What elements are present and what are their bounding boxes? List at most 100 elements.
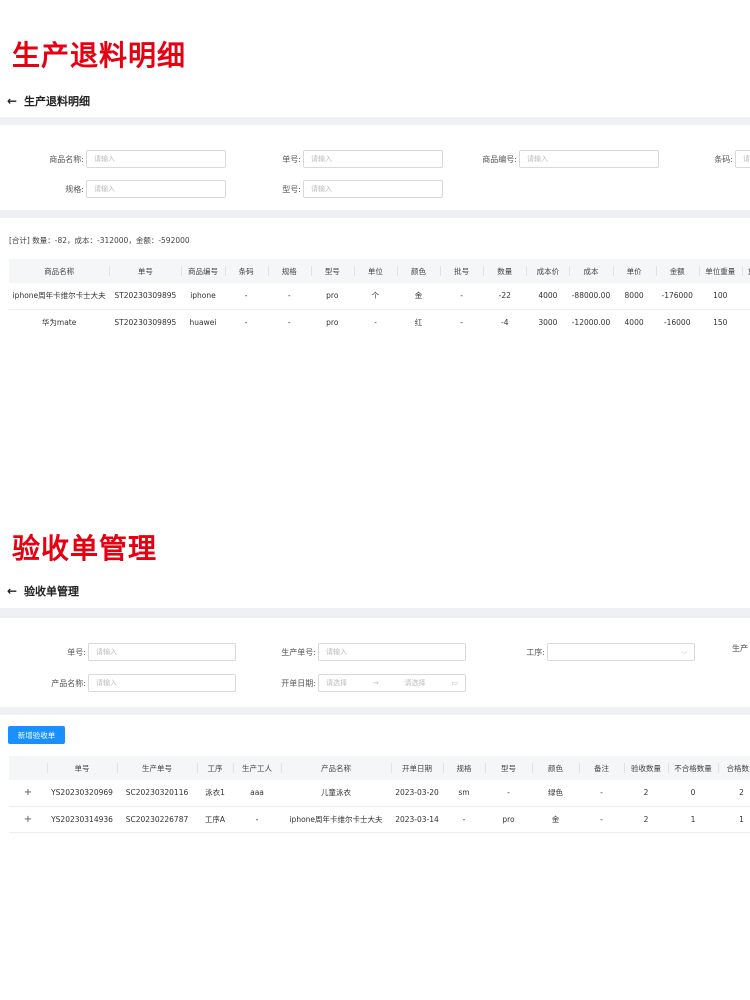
table-row[interactable]: 华为mate ST20230309895 huawei - - pro - 红 - -4 3000-… (9, 309, 750, 335)
end-date-input[interactable]: 请选择 (405, 678, 426, 688)
product-name-input[interactable]: 请输入 (88, 674, 236, 692)
divider-band (0, 707, 750, 715)
table-cell: -88000.00 (569, 283, 613, 310)
start-date-input[interactable]: 请选择 (326, 678, 347, 688)
back-arrow-icon[interactable]: ← (0, 584, 24, 598)
table-cell: 2023-03-14 (391, 806, 443, 833)
filter-label: 工序: (526, 647, 545, 657)
table-cell: - (233, 806, 281, 833)
product-code-input[interactable]: 请输入 (519, 150, 659, 168)
table-cell: ST20230309895 (109, 309, 182, 335)
table-cell: aaa (233, 780, 281, 807)
filter-order-no: 单号: 请输入 (0, 643, 236, 661)
filter-production-no: 生产单号: 请输入 (230, 643, 466, 661)
model-input[interactable]: 请输入 (303, 180, 443, 198)
process-select[interactable]: ⌵ (547, 643, 695, 661)
column-header: 备注 (579, 756, 624, 780)
table-cell: iphone周年卡维尔卡士大夫 (9, 283, 110, 310)
column-header: 开单日期 (391, 756, 443, 780)
chevron-down-icon: ⌵ (681, 647, 687, 656)
order-no-input[interactable]: 请输入 (88, 643, 236, 661)
add-acceptance-button[interactable]: 新增验收单 (8, 726, 65, 744)
column-header: 商品名称 (9, 259, 110, 283)
filter-label: 条码: (714, 154, 733, 164)
table-cell: -16000 (655, 309, 699, 335)
expand-plus-icon[interactable]: + (24, 787, 32, 798)
production-no-input[interactable]: 请输入 (318, 643, 466, 661)
table-cell: - (224, 283, 268, 310)
table-cell: - (353, 309, 397, 335)
date-range-picker[interactable]: 请选择 → 请选择 ▭ (318, 674, 466, 692)
column-header: 单位 (353, 259, 397, 283)
table-cell: SC20230320116 (117, 780, 197, 807)
table-cell: - (579, 806, 624, 833)
table-cell: - (440, 283, 484, 310)
table-cell: -176000 (655, 283, 699, 310)
spec-input[interactable]: 请输入 (86, 180, 226, 198)
table-cell: huawei (181, 309, 225, 335)
filter-open-date: 开单日期: 请选择 → 请选择 ▭ (230, 674, 466, 692)
divider-band (0, 210, 750, 218)
table-row[interactable]: + YS20230320969 SC20230320116 泳衣1 aaa 儿童泳衣 202… (9, 780, 750, 807)
table-cell: ST20230309895 (109, 283, 182, 310)
table-cell: - (579, 780, 624, 807)
filter-spec: 规格: 请输入 (0, 180, 226, 198)
table-cell: - (267, 309, 311, 335)
table-cell: 泳衣1 (197, 780, 233, 807)
table-cell (741, 283, 750, 310)
table-cell: - (485, 780, 532, 807)
filter-barcode: 条码: 请 (660, 150, 750, 168)
filter-label: 开单日期: (281, 678, 316, 688)
table-cell: 3000 (526, 309, 570, 335)
filter-label: 生产单号: (281, 647, 316, 657)
expand-plus-icon[interactable]: + (24, 814, 32, 825)
filter-label: 商品名称: (49, 154, 84, 164)
column-header: 单位重量 (698, 259, 742, 283)
column-header: 不合格数量 (668, 756, 718, 780)
table-cell: pro (310, 283, 354, 310)
column-header: 产品名称 (281, 756, 391, 780)
table-cell: 2 (624, 780, 668, 807)
summary-line: [合计] 数量：-82，成本：-312000，金额：-592000 (9, 236, 190, 245)
filter-label: 单号: (282, 154, 301, 164)
table-cell: 4000 (526, 283, 570, 310)
order-no-input[interactable]: 请输入 (303, 150, 443, 168)
barcode-input[interactable]: 请 (735, 150, 750, 168)
section2-page-header: ← 验收单管理 (0, 579, 750, 603)
table-cell: 金 (396, 283, 441, 310)
table-cell: YS20230320969 (47, 780, 117, 807)
table-cell: iphone (181, 283, 225, 310)
column-header: 成本 (569, 259, 613, 283)
table-cell: 绿色 (532, 780, 579, 807)
column-header: 单号 (47, 756, 117, 780)
divider-band (0, 117, 750, 125)
filter-label: 商品编号: (482, 154, 517, 164)
return-detail-table: 商品名称单号商品编号条码规格型号单位颜色批号数量成本价成本单价金额单位重量重量 … (9, 259, 750, 335)
table-cell: 工序A (197, 806, 233, 833)
filter-product-name: 商品名称: 请输入 (0, 150, 226, 168)
back-arrow-icon[interactable]: ← (0, 94, 24, 108)
filter-product-code: 商品编号: 请输入 (440, 150, 659, 168)
column-header: 数量 (483, 259, 527, 283)
table-cell: 2023-03-20 (391, 780, 443, 807)
column-header: 工序 (197, 756, 233, 780)
section1-filter-form: 商品名称: 请输入 单号: 请输入 商品编号: 请输入 条码: 请 规格: 请输… (0, 125, 750, 210)
table-row[interactable]: iphone周年卡维尔卡士大夫 ST20230309895 iphone - - pro 个… (9, 283, 750, 310)
table-cell: SC20230226787 (117, 806, 197, 833)
column-header (9, 756, 47, 780)
table-cell: 2 (624, 806, 668, 833)
filter-label: 型号: (282, 184, 301, 194)
table-cell: iphone周年卡维尔卡士大夫 (281, 806, 391, 833)
table-cell: -22 (483, 283, 527, 310)
table-row[interactable]: + YS20230314936 SC20230226787 工序A - iphone周年卡… (9, 806, 750, 833)
section1-page-header: ← 生产退料明细 (0, 89, 750, 113)
product-name-input[interactable]: 请输入 (86, 150, 226, 168)
section2-filter-form: 单号: 请输入 生产单号: 请输入 工序: ⌵ 生产 产品名称: 请输入 开单日… (0, 618, 750, 707)
filter-product-name: 产品名称: 请输入 (0, 674, 236, 692)
column-header: 商品编号 (181, 259, 225, 283)
column-header: 金额 (655, 259, 699, 283)
table-cell: sm (443, 780, 485, 807)
table-cell: 1 (668, 806, 718, 833)
table-cell: 8000 (612, 283, 656, 310)
table-cell: -12000.00 (569, 309, 613, 335)
